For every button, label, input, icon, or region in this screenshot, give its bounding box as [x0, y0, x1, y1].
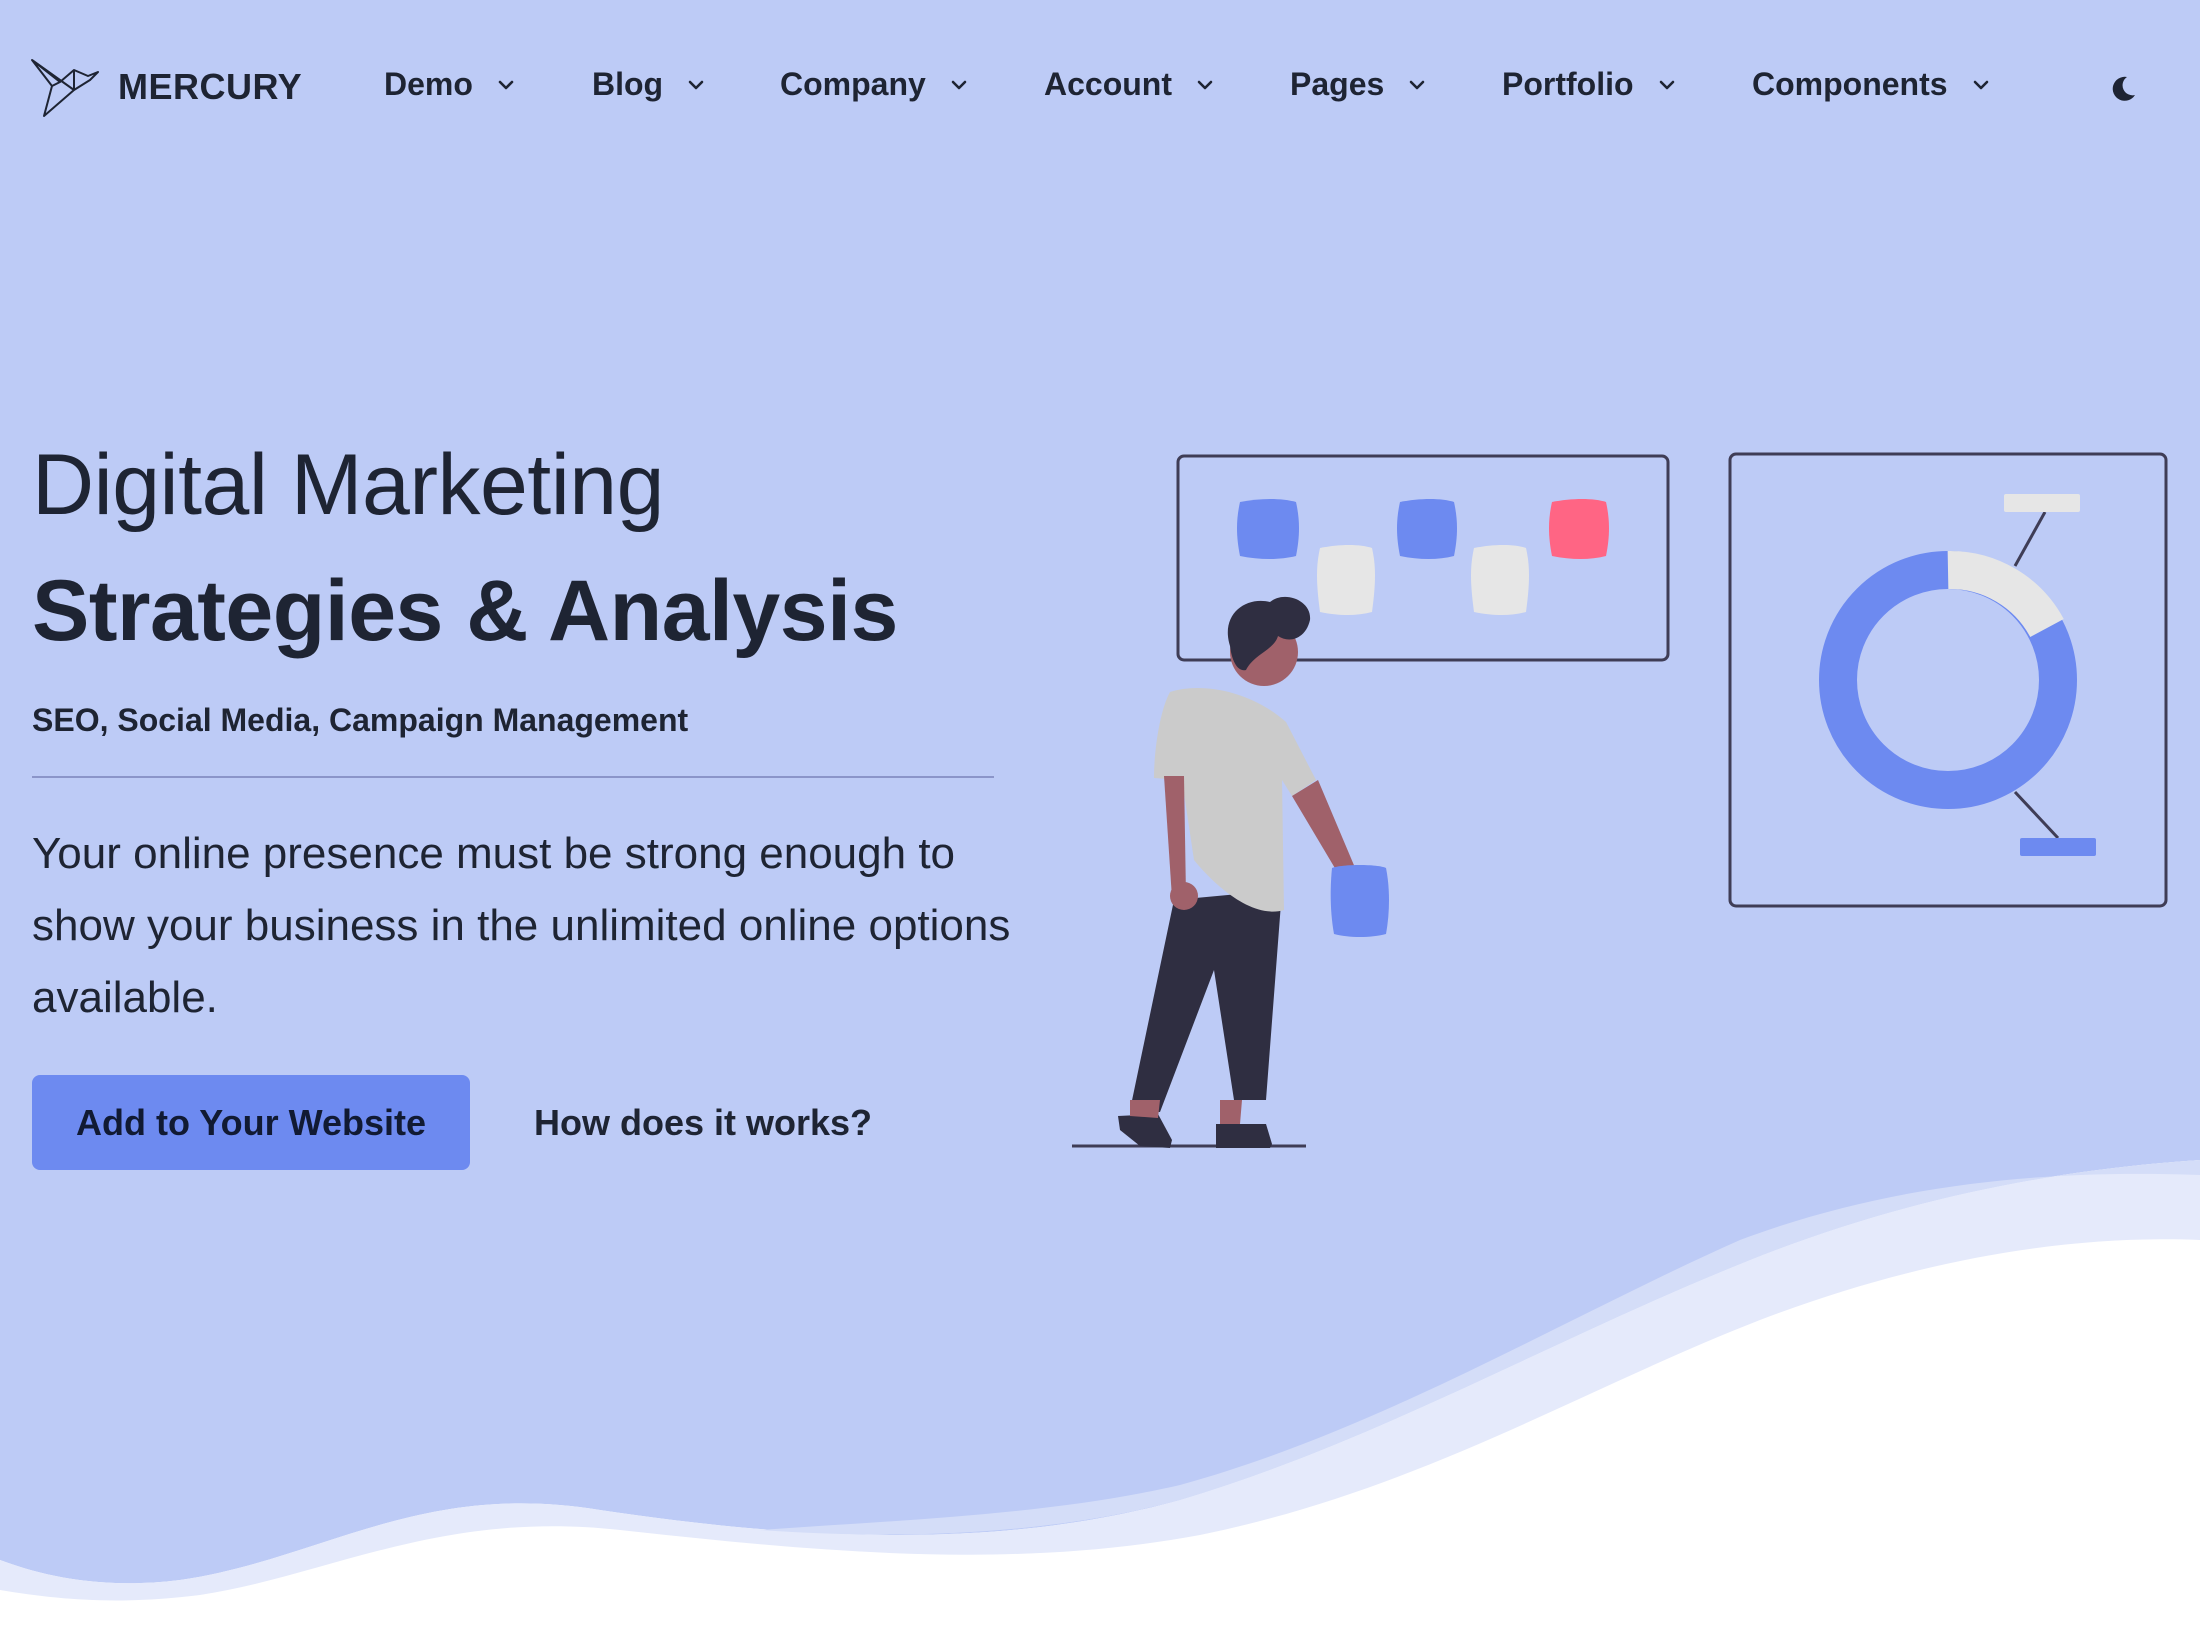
hero-subtitle: SEO, Social Media, Campaign Management [32, 702, 689, 738]
chevron-down-icon [688, 80, 704, 89]
nav-item-demo[interactable]: Demo [384, 66, 517, 103]
chevron-down-icon [951, 80, 967, 89]
add-to-website-button[interactable]: Add to Your Website [32, 1075, 470, 1170]
chevron-down-icon [1973, 80, 1988, 89]
person-analyzing-charts-illustration [1072, 452, 2168, 1148]
brand-link[interactable]: MERCURY [30, 56, 302, 118]
nav-item-company[interactable]: Company [780, 66, 970, 103]
nav-label: Pages [1290, 66, 1385, 102]
nav-label: Components [1752, 66, 1948, 102]
navbar: MERCURY Demo Blog Company Account Pages … [0, 0, 2200, 178]
origami-bird-icon [31, 59, 99, 117]
chevron-down-icon [498, 80, 514, 89]
nav-label: Account [1044, 66, 1172, 102]
sticky-note-gray [1317, 545, 1375, 615]
chevron-down-icon [1409, 80, 1425, 89]
hero-title-line2: Strategies & Analysis [32, 563, 898, 659]
sticky-note-pink [1549, 499, 1609, 559]
hero-title-line1: Digital Marketing [32, 437, 664, 533]
nav-item-pages[interactable]: Pages [1290, 66, 1428, 103]
sticky-note-blue [1237, 499, 1299, 559]
hero-divider [32, 776, 994, 778]
nav-label: Blog [592, 66, 664, 102]
nav-item-components[interactable]: Components [1752, 66, 1992, 103]
moon-icon[interactable] [2108, 74, 2138, 104]
brand-name: MERCURY [118, 66, 303, 107]
nav-label: Company [780, 66, 926, 102]
nav-label: Portfolio [1502, 66, 1634, 102]
nav-item-portfolio[interactable]: Portfolio [1502, 66, 1678, 103]
nav-item-blog[interactable]: Blog [592, 66, 707, 103]
sticky-note-blue [1397, 499, 1457, 559]
hero-lead: Your online presence must be strong enou… [32, 829, 1011, 1022]
chevron-down-icon [1197, 80, 1213, 89]
chevron-down-icon [1659, 80, 1674, 89]
how-it-works-link[interactable]: How does it works? [534, 1075, 872, 1170]
nav-item-account[interactable]: Account [1044, 66, 1216, 103]
nav-label: Demo [384, 66, 473, 102]
chart-board [1728, 452, 2168, 908]
sticky-note-gray [1471, 545, 1529, 615]
